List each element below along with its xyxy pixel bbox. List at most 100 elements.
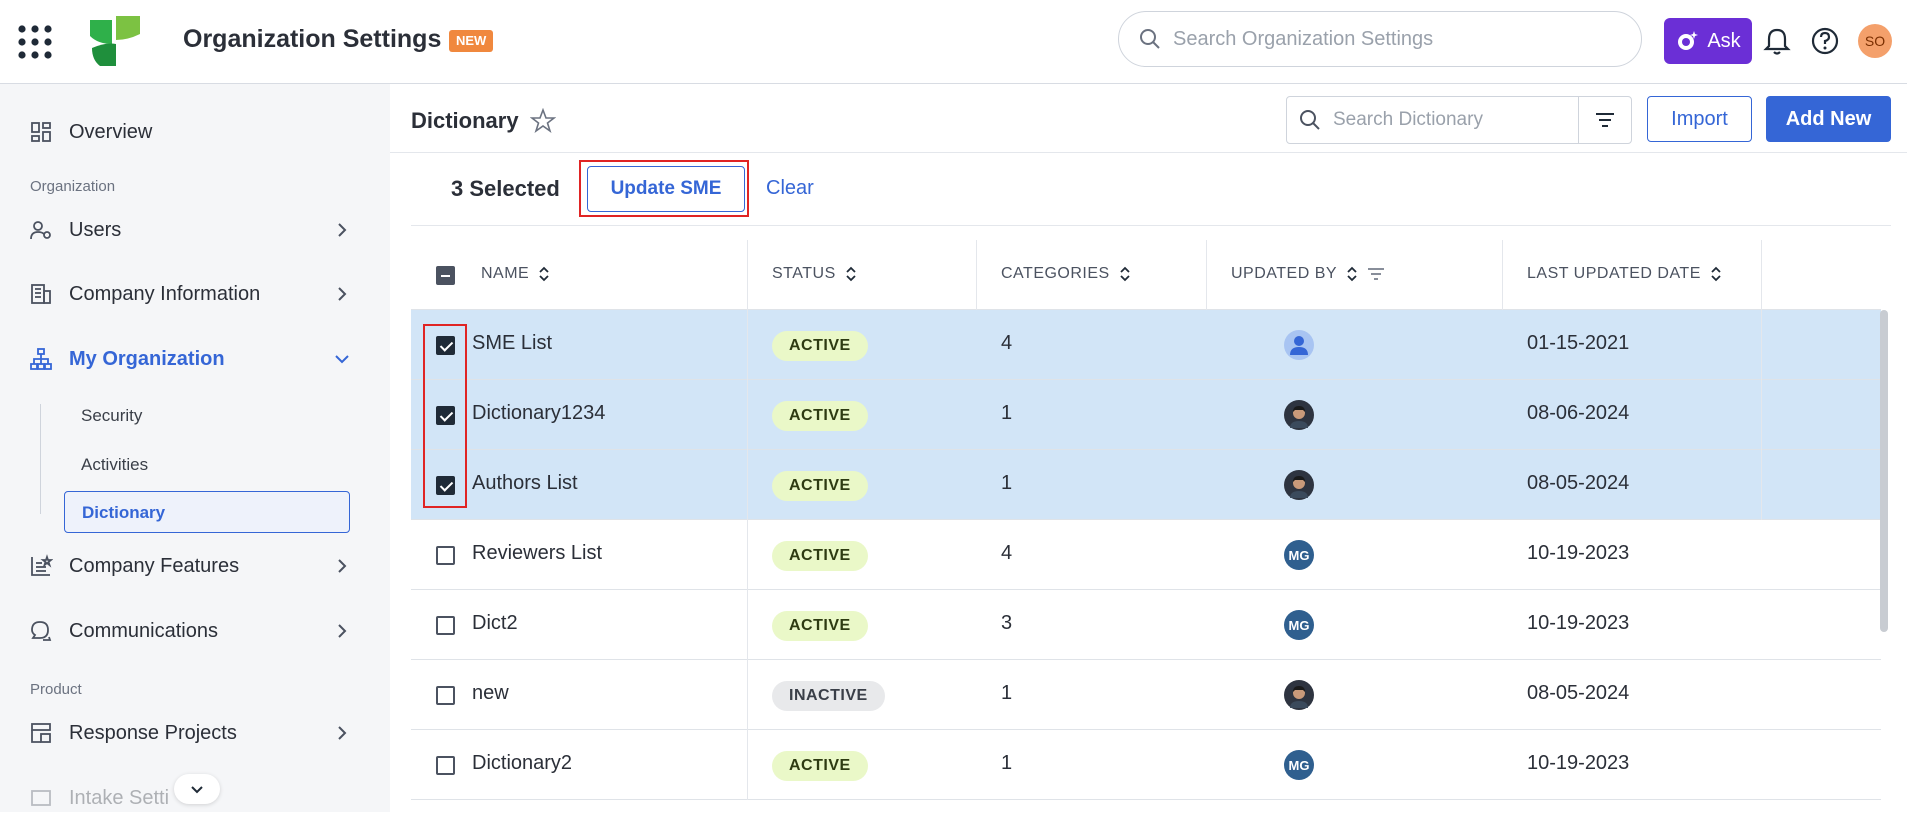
bell-icon[interactable] [1762, 26, 1792, 56]
filter-button[interactable] [1579, 97, 1631, 143]
row-checkbox[interactable] [436, 686, 455, 705]
table-row[interactable]: Dictionary1234 ACTIVE 1 08-06-2024 [411, 380, 1881, 450]
org-chart-icon [30, 348, 52, 370]
chat-icon [31, 621, 52, 641]
avatar [1284, 330, 1314, 360]
update-sme-button[interactable]: Update SME [587, 166, 745, 212]
sidebar-item-label: Communications [69, 619, 218, 642]
cell-last-updated-date: 10-19-2023 [1527, 752, 1630, 774]
column-header-name[interactable]: NAME [481, 265, 549, 283]
sort-icon [1711, 266, 1721, 282]
selected-count: 3 Selected [451, 176, 560, 201]
sidebar-item-label: Company Features [69, 554, 240, 577]
top-bar: Organization Settings NEW Ask SO [0, 0, 1907, 84]
add-new-button[interactable]: Add New [1766, 96, 1891, 142]
dictionary-search-box[interactable] [1287, 97, 1579, 143]
column-header-last-updated-date[interactable]: LAST UPDATED DATE [1527, 265, 1721, 283]
sidebar-item-company-information[interactable]: Company Information [0, 268, 390, 320]
row-checkbox[interactable] [436, 616, 455, 635]
sidebar-item-response-projects[interactable]: Response Projects [0, 707, 390, 759]
column-header-updated-by[interactable]: UPDATED BY [1231, 265, 1385, 283]
sidebar-item-label: Company Information [69, 282, 261, 305]
sidebar-item-overview[interactable]: Overview [0, 106, 390, 158]
section-label-product: Product [30, 681, 82, 698]
ask-button[interactable]: Ask [1664, 18, 1752, 64]
sidebar-item-company-features[interactable]: Company Features [0, 540, 390, 592]
sidebar-subitem-activities[interactable]: Activities [81, 455, 148, 475]
chevron-right-icon [338, 223, 347, 237]
filter-icon[interactable] [1367, 267, 1385, 281]
row-checkbox[interactable] [436, 756, 455, 775]
sort-icon [539, 266, 549, 282]
table-row[interactable]: SME List ACTIVE 4 01-15-2021 [411, 310, 1881, 380]
column-separator [747, 310, 748, 380]
column-header-label: CATEGORIES [1001, 265, 1110, 282]
chevron-down-icon [335, 355, 349, 364]
company-logo[interactable] [88, 14, 142, 68]
sort-icon [1347, 266, 1357, 282]
sidebar-item-my-organization[interactable]: My Organization [0, 333, 390, 385]
sidebar-item-communications[interactable]: Communications [0, 605, 390, 657]
scroll-down-button[interactable] [174, 774, 220, 804]
dictionary-search-input[interactable] [1333, 109, 1563, 131]
column-header-status[interactable]: STATUS [772, 265, 856, 283]
status-badge: INACTIVE [772, 681, 885, 711]
selected-checkboxes-highlight [423, 324, 467, 508]
column-separator [976, 240, 977, 310]
sidebar-item-label: My Organization [69, 347, 225, 370]
sidebar-item-label: Overview [69, 120, 153, 143]
users-icon [30, 221, 51, 240]
user-photo-icon [1290, 406, 1308, 428]
section-label-organization: Organization [30, 178, 116, 195]
avatar: MG [1284, 750, 1314, 780]
cell-categories: 1 [1001, 682, 1013, 704]
sidebar-item-label: Response Projects [69, 721, 237, 744]
column-separator [1761, 380, 1762, 450]
cell-name[interactable]: SME List [472, 332, 552, 355]
row-checkbox[interactable] [436, 546, 455, 565]
table-row[interactable]: Dict2 ACTIVE 3 MG 10-19-2023 [411, 590, 1881, 660]
star-icon[interactable] [530, 108, 556, 134]
table-row[interactable]: Dictionary2 ACTIVE 1 MG 10-19-2023 [411, 730, 1881, 800]
cell-name[interactable]: Dictionary2 [472, 752, 572, 775]
sidebar-item-users[interactable]: Users [0, 204, 390, 256]
sidebar-subitem-dictionary[interactable]: Dictionary [64, 491, 350, 533]
table-scrollbar[interactable] [1880, 310, 1888, 632]
sort-icon [846, 266, 856, 282]
status-badge: ACTIVE [772, 471, 868, 501]
avatar: MG [1284, 540, 1314, 570]
organization-search[interactable] [1118, 11, 1642, 67]
column-header-categories[interactable]: CATEGORIES [1001, 265, 1130, 283]
cell-last-updated-date: 10-19-2023 [1527, 612, 1630, 634]
cell-name[interactable]: new [472, 682, 509, 705]
organization-search-input[interactable] [1173, 27, 1613, 51]
cell-name[interactable]: Authors List [472, 472, 578, 495]
status-badge: ACTIVE [772, 751, 868, 781]
import-button[interactable]: Import [1647, 96, 1752, 142]
help-icon[interactable] [1810, 26, 1840, 56]
table-row[interactable]: Authors List ACTIVE 1 08-05-2024 [411, 450, 1881, 520]
sidebar-subitem-security[interactable]: Security [81, 406, 142, 426]
column-separator [1761, 240, 1762, 310]
sparkle-icon [1678, 31, 1699, 50]
table-row[interactable]: Reviewers List ACTIVE 4 MG 10-19-2023 [411, 520, 1881, 590]
table-row[interactable]: new INACTIVE 1 08-05-2024 [411, 660, 1881, 730]
clear-selection-link[interactable]: Clear [766, 177, 814, 200]
cell-categories: 1 [1001, 752, 1013, 774]
select-all-checkbox[interactable] [436, 266, 455, 285]
cell-name[interactable]: Reviewers List [472, 542, 602, 565]
cell-last-updated-date: 01-15-2021 [1527, 332, 1630, 354]
user-icon [1290, 336, 1308, 355]
avatar [1284, 680, 1314, 710]
column-header-label: UPDATED BY [1231, 265, 1338, 282]
cell-name[interactable]: Dict2 [472, 612, 518, 635]
cell-last-updated-date: 08-05-2024 [1527, 682, 1630, 704]
cell-categories: 4 [1001, 542, 1013, 564]
column-header-label: LAST UPDATED DATE [1527, 265, 1701, 282]
user-avatar[interactable]: SO [1858, 24, 1892, 58]
cell-name[interactable]: Dictionary1234 [472, 402, 605, 425]
avatar: MG [1284, 610, 1314, 640]
column-separator [747, 590, 748, 660]
ask-label: Ask [1707, 29, 1741, 52]
app-grid-icon[interactable] [18, 25, 52, 59]
